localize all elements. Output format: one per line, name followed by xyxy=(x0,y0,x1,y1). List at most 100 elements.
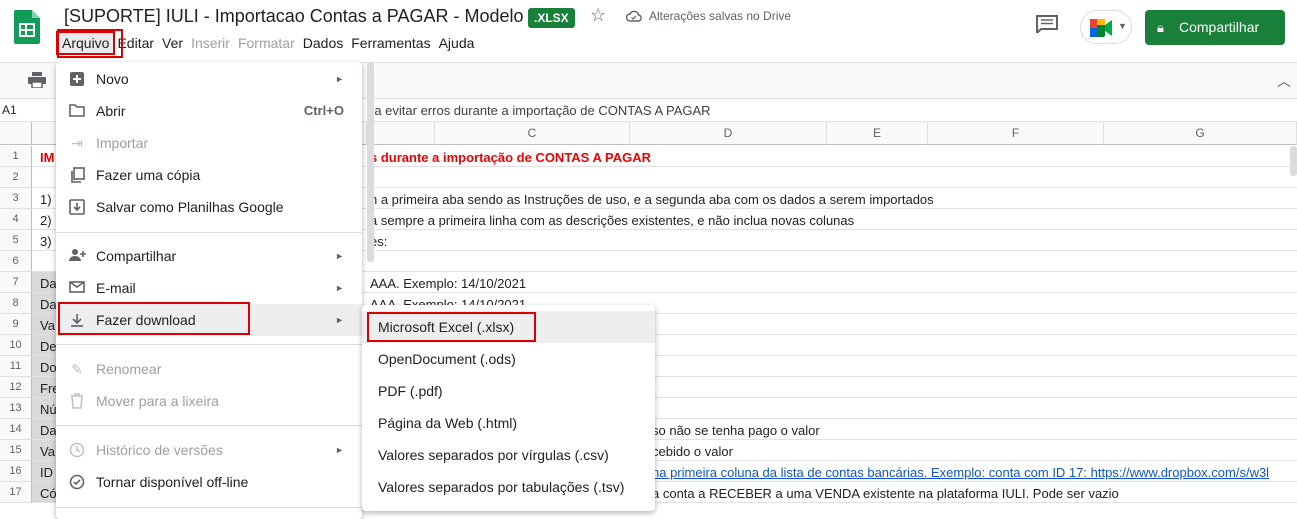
row-header[interactable]: 4 xyxy=(0,209,32,230)
row-header[interactable]: 14 xyxy=(0,419,32,440)
menu-scrollbar[interactable] xyxy=(367,62,374,262)
column-header-b[interactable] xyxy=(367,122,435,145)
new-plus-icon xyxy=(68,71,86,87)
menu-item-share[interactable]: Compartilhar ► xyxy=(56,240,362,272)
menu-formatar[interactable]: Formatar xyxy=(234,33,299,53)
print-icon[interactable] xyxy=(28,72,46,88)
highlight-box-arquivo xyxy=(57,29,123,58)
row-header[interactable]: 2 xyxy=(0,167,32,188)
row-header[interactable]: 12 xyxy=(0,377,32,398)
cell-a1[interactable]: IM xyxy=(40,147,54,168)
document-title[interactable]: [SUPORTE] IULI - Importacao Contas a PAG… xyxy=(64,6,524,27)
row-header[interactable]: 5 xyxy=(0,230,32,251)
menu-item-offline[interactable]: Tornar disponível off-line xyxy=(56,466,362,498)
name-box[interactable]: A1 xyxy=(2,103,17,117)
row-header[interactable]: 15 xyxy=(0,440,32,461)
cell-b7[interactable]: AAA. Exemplo: 14/10/2021 xyxy=(370,273,526,294)
cell-b15[interactable]: cebido o valor xyxy=(652,441,733,462)
cell-a8[interactable]: Da xyxy=(40,294,57,315)
menu-item-label: Importar xyxy=(96,135,149,151)
download-html[interactable]: Página da Web (.html) xyxy=(362,407,655,439)
menu-item-trash[interactable]: Mover para a lixeira xyxy=(56,385,362,417)
chevron-down-icon: ▼ xyxy=(1118,21,1127,31)
column-header-d[interactable]: D xyxy=(630,122,827,145)
download-option-label: Página da Web (.html) xyxy=(378,415,518,431)
row-header[interactable]: 10 xyxy=(0,335,32,356)
menu-item-new[interactable]: Novo ► xyxy=(56,63,362,95)
cell-b1[interactable]: s durante a importação de CONTAS A PAGAR xyxy=(370,147,651,168)
menu-dados[interactable]: Dados xyxy=(299,33,347,53)
menu-item-label: Novo xyxy=(96,71,129,87)
share-button-label: Compartilhar xyxy=(1179,19,1260,35)
row-header[interactable]: 7 xyxy=(0,272,32,293)
cell-a5[interactable]: 3) xyxy=(40,231,52,252)
sheets-logo-icon[interactable] xyxy=(14,10,40,44)
file-format-badge: .XLSX xyxy=(528,8,575,28)
cell-a7[interactable]: Da xyxy=(40,273,57,294)
column-header-e[interactable]: E xyxy=(827,122,928,145)
row-header[interactable]: 8 xyxy=(0,293,32,314)
menu-item-save-as-sheets[interactable]: Salvar como Planilhas Google xyxy=(56,191,362,223)
lock-icon: 🔒︎ xyxy=(1157,20,1164,35)
cell-a13[interactable]: Nú xyxy=(40,399,57,420)
cell-b3[interactable]: n a primeira aba sendo as Instruções de … xyxy=(370,189,934,210)
row-header[interactable]: 13 xyxy=(0,398,32,419)
submenu-arrow-icon: ► xyxy=(335,251,344,261)
menu-item-copy[interactable]: Fazer uma cópia xyxy=(56,159,362,191)
cell-a3[interactable]: 1) xyxy=(40,189,52,210)
comment-history-icon[interactable] xyxy=(1036,15,1058,33)
select-all-corner[interactable] xyxy=(0,122,32,145)
cell-a17[interactable]: Có xyxy=(40,483,57,504)
folder-icon xyxy=(68,103,86,119)
download-tsv[interactable]: Valores separados por tabulações (.tsv) xyxy=(362,471,655,503)
cell-a9[interactable]: Va xyxy=(40,315,55,336)
menu-item-import[interactable]: ⇥ Importar xyxy=(56,127,362,159)
cell-b17[interactable]: a conta a RECEBER a uma VENDA existente … xyxy=(652,483,1119,504)
menu-item-label: Salvar como Planilhas Google xyxy=(96,199,284,215)
menu-ferramentas[interactable]: Ferramentas xyxy=(347,33,434,53)
star-icon[interactable]: ☆ xyxy=(590,5,606,26)
trash-icon xyxy=(68,393,86,409)
column-header-c[interactable]: C xyxy=(435,122,630,145)
cell-a4[interactable]: 2) xyxy=(40,210,52,231)
menu-ajuda[interactable]: Ajuda xyxy=(435,33,479,53)
row-header[interactable]: 1 xyxy=(0,146,32,167)
cell-a14[interactable]: Da xyxy=(40,420,57,441)
cell-a16[interactable]: ID xyxy=(40,462,53,483)
submenu-arrow-icon: ► xyxy=(335,74,344,84)
meet-button[interactable]: ▼ xyxy=(1080,10,1132,44)
row-header[interactable]: 16 xyxy=(0,461,32,482)
submenu-arrow-icon: ► xyxy=(335,445,344,455)
cell-a10[interactable]: De xyxy=(40,336,57,357)
vertical-scrollbar[interactable] xyxy=(1290,146,1297,176)
download-csv[interactable]: Valores separados por vírgulas (.csv) xyxy=(362,439,655,471)
cell-b4[interactable]: a sempre a primeira linha com as descriç… xyxy=(370,210,854,231)
column-header-f[interactable]: F xyxy=(928,122,1104,145)
menu-ver[interactable]: Ver xyxy=(158,33,187,53)
submenu-arrow-icon: ► xyxy=(335,315,344,325)
row-header[interactable]: 9 xyxy=(0,314,32,335)
share-button[interactable]: 🔒︎ Compartilhar xyxy=(1145,10,1285,45)
formula-input[interactable]: ra evitar erros durante a importação de … xyxy=(370,103,711,118)
menu-item-shortcut: Ctrl+O xyxy=(303,103,344,118)
menu-item-version-history[interactable]: Histórico de versões ► xyxy=(56,434,362,466)
menu-separator xyxy=(56,425,362,426)
download-pdf[interactable]: PDF (.pdf) xyxy=(362,375,655,407)
row-header[interactable]: 11 xyxy=(0,356,32,377)
row-header[interactable]: 6 xyxy=(0,251,32,272)
row-header[interactable]: 3 xyxy=(0,188,32,209)
cell-b14[interactable]: so não se tenha pago o valor xyxy=(652,420,820,441)
cell-a11[interactable]: Do xyxy=(40,357,57,378)
menu-item-open[interactable]: Abrir Ctrl+O xyxy=(56,95,362,127)
cloud-saved-icon xyxy=(626,10,642,22)
menu-item-rename[interactable]: ✎ Renomear xyxy=(56,353,362,385)
download-ods[interactable]: OpenDocument (.ods) xyxy=(362,343,655,375)
menu-inserir[interactable]: Inserir xyxy=(187,33,234,53)
column-header-g[interactable]: G xyxy=(1104,122,1297,145)
cell-b16-link[interactable]: na primeira coluna da lista de contas ba… xyxy=(652,462,1284,483)
copy-icon xyxy=(68,167,86,183)
row-header[interactable]: 17 xyxy=(0,482,32,503)
cell-a15[interactable]: Va xyxy=(40,441,55,462)
collapse-menu-icon[interactable]: ︿ xyxy=(1277,71,1291,91)
menu-item-email[interactable]: E-mail ► xyxy=(56,272,362,304)
